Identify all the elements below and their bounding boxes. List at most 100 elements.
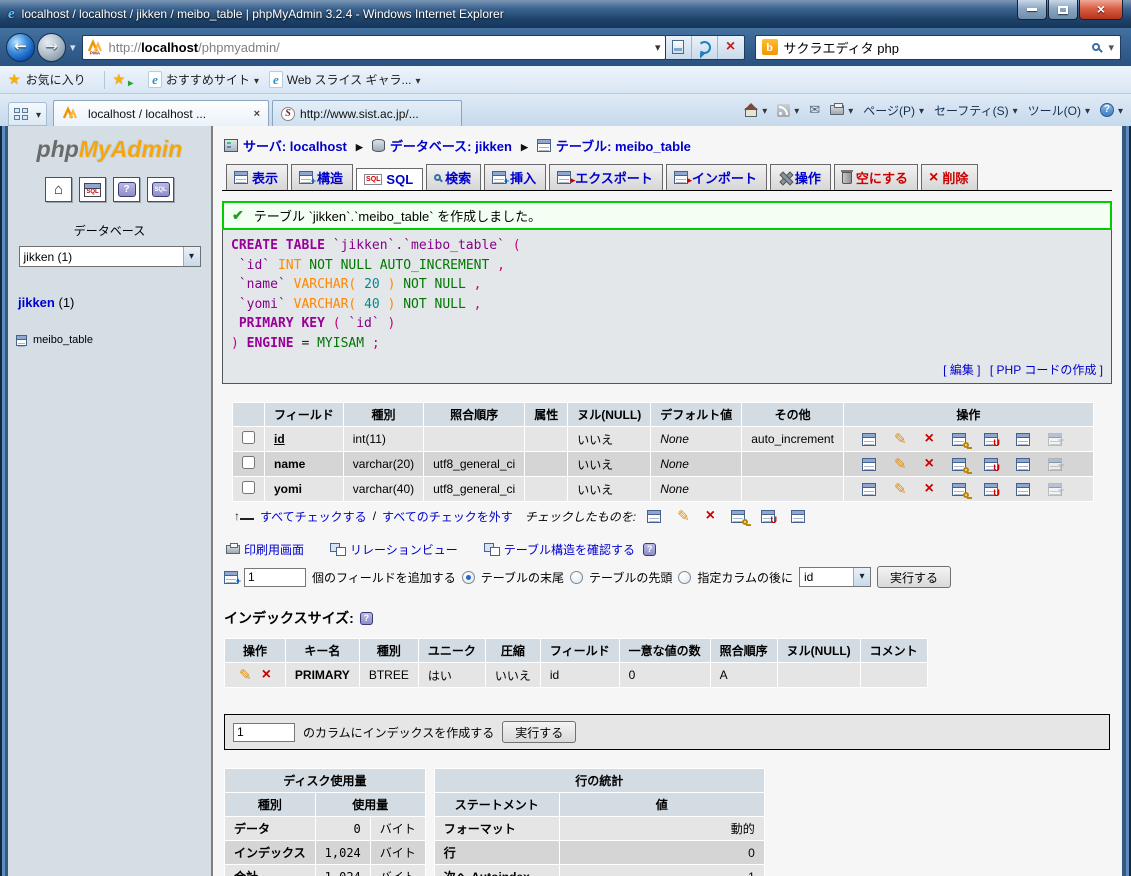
recent-pages-dropdown[interactable] (66, 38, 82, 56)
minimize-button[interactable] (1017, 0, 1047, 20)
safety-menu-button[interactable]: セーフティ(S) (934, 102, 1018, 119)
maximize-button[interactable] (1048, 0, 1078, 20)
propose-structure-link[interactable]: テーブル構造を確認する (484, 541, 635, 558)
browser-tab-sist[interactable]: http://www.sist.ac.jp/... (272, 100, 462, 126)
compatibility-view-button[interactable] (666, 36, 692, 59)
breadcrumb-table-link[interactable]: テーブル: meibo_table (537, 136, 691, 155)
edit-sql-link[interactable]: [ 編集 ] (943, 363, 980, 377)
print-view-link[interactable]: 印刷用画面 (226, 541, 304, 558)
create-php-code-link[interactable]: [ PHP コードの作成 ] (990, 363, 1103, 377)
help-info-icon[interactable] (360, 612, 373, 625)
back-button[interactable] (6, 33, 35, 62)
check-all-link[interactable]: すべてチェックする (260, 508, 367, 525)
feeds-button[interactable] (777, 103, 799, 117)
tab-operations[interactable]: 操作 (770, 164, 831, 190)
relation-view-link[interactable]: リレーションビュー (330, 541, 458, 558)
tab-browse[interactable]: 表示 (226, 164, 288, 190)
edit-icon[interactable] (894, 430, 907, 448)
add-field-count-input[interactable] (244, 568, 306, 587)
go-button[interactable]: 実行する (877, 566, 951, 588)
go-button[interactable]: 実行する (502, 721, 576, 743)
help-info-icon[interactable] (643, 543, 656, 556)
page-menu-button[interactable]: ページ(P) (863, 102, 924, 119)
primary-key-icon[interactable] (952, 458, 966, 471)
edit-icon[interactable] (894, 480, 907, 498)
forward-button[interactable] (37, 33, 66, 62)
tab-drop[interactable]: 削除 (921, 164, 978, 190)
address-dropdown-icon[interactable] (655, 38, 661, 56)
browse-values-icon[interactable] (862, 483, 876, 496)
browser-tab-phpmyadmin[interactable]: localhost / localhost ... (53, 100, 269, 126)
favorites-button[interactable]: お気に入り (8, 71, 86, 88)
uncheck-all-link[interactable]: すべてのチェックを外す (382, 508, 513, 525)
tab-empty[interactable]: 空にする (834, 164, 918, 190)
address-bar[interactable]: PMA http://localhost/phpmyadmin/ (82, 35, 666, 60)
tab-sql[interactable]: SQL (356, 168, 423, 190)
tab-structure[interactable]: 構造 (291, 164, 353, 190)
primary-key-icon[interactable] (952, 433, 966, 446)
radio-table-begin[interactable] (570, 571, 583, 584)
index-icon[interactable] (1016, 458, 1030, 471)
drop-icon[interactable] (925, 481, 934, 497)
drop-icon[interactable] (262, 667, 271, 683)
tools-menu-button[interactable]: ツール(O) (1028, 102, 1090, 119)
refresh-button[interactable] (692, 36, 718, 59)
printer-icon (830, 105, 844, 115)
browse-values-icon[interactable] (862, 458, 876, 471)
sidebar-docs-button[interactable] (113, 177, 140, 202)
index-icon[interactable] (1016, 433, 1030, 446)
read-mail-button[interactable] (809, 102, 820, 118)
close-button[interactable] (1079, 0, 1123, 20)
row-checkbox[interactable] (242, 456, 255, 469)
sidebar-home-button[interactable] (45, 177, 72, 202)
unique-icon[interactable] (761, 510, 775, 523)
select-dropdown-icon[interactable] (183, 247, 200, 266)
create-index-count-input[interactable] (233, 723, 295, 742)
print-button[interactable] (830, 103, 853, 117)
unique-icon[interactable] (984, 458, 998, 471)
edit-icon[interactable] (677, 507, 690, 525)
search-box[interactable] (755, 35, 1121, 60)
sidebar-table-item[interactable]: meibo_table (16, 334, 211, 346)
database-select[interactable]: jikken (1) (19, 246, 201, 267)
row-checkbox[interactable] (242, 431, 255, 444)
web-slice-button[interactable]: Web スライス ギャラ... (269, 71, 421, 88)
unique-icon[interactable] (984, 433, 998, 446)
tab-search[interactable]: 検索 (426, 164, 481, 190)
breadcrumb-server-link[interactable]: サーバ: localhost (224, 136, 347, 155)
drop-icon[interactable] (706, 508, 715, 524)
tab-import[interactable]: インポート (666, 164, 767, 190)
tab-export[interactable]: エクスポート (549, 164, 663, 190)
home-button[interactable] (744, 103, 767, 117)
browse-values-icon[interactable] (862, 433, 876, 446)
browse-values-icon[interactable] (647, 510, 661, 523)
search-icon[interactable] (1092, 43, 1100, 51)
unique-icon[interactable] (984, 483, 998, 496)
edit-icon[interactable] (894, 455, 907, 473)
radio-after-column[interactable] (678, 571, 691, 584)
sidebar-query-window-button[interactable] (79, 177, 106, 202)
radio-table-end[interactable] (462, 571, 475, 584)
search-input[interactable] (784, 40, 1093, 55)
primary-key-icon[interactable] (731, 510, 745, 523)
quick-tabs-button[interactable] (8, 102, 47, 126)
search-dropdown-icon[interactable] (1108, 38, 1114, 56)
sidebar-sql-history-button[interactable] (147, 177, 174, 202)
sidebar-database-link[interactable]: jikken (18, 295, 55, 310)
add-favorite-button[interactable] (113, 71, 139, 88)
suggested-sites-button[interactable]: おすすめサイト (148, 71, 259, 88)
field-name[interactable]: id (265, 427, 344, 452)
stop-button[interactable] (718, 36, 744, 59)
help-button[interactable] (1100, 103, 1123, 117)
index-icon[interactable] (1016, 483, 1030, 496)
close-tab-icon[interactable] (254, 108, 260, 120)
breadcrumb-database-link[interactable]: データベース: jikken (372, 136, 512, 155)
drop-icon[interactable] (925, 431, 934, 447)
column-select[interactable]: id (799, 567, 871, 587)
tab-insert[interactable]: 挿入 (484, 164, 546, 190)
edit-icon[interactable] (239, 666, 252, 684)
index-icon[interactable] (791, 510, 805, 523)
primary-key-icon[interactable] (952, 483, 966, 496)
drop-icon[interactable] (925, 456, 934, 472)
row-checkbox[interactable] (242, 481, 255, 494)
